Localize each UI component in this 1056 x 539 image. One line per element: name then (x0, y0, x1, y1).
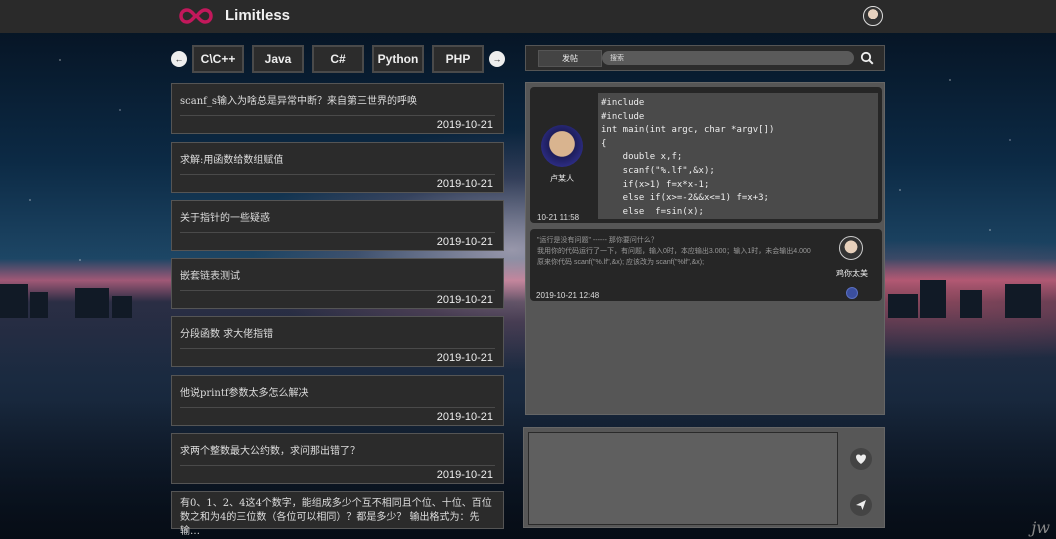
brand-name[interactable]: Limitless (225, 7, 290, 24)
watermark-text: jw (1031, 518, 1050, 537)
original-post: 卢某人 10-21 11:58 #include #include int ma… (530, 87, 882, 223)
reply-composer (523, 427, 885, 528)
divider (180, 348, 495, 349)
user-avatar[interactable] (863, 6, 883, 26)
divider (180, 465, 495, 466)
new-post-button[interactable]: 发帖 (538, 50, 602, 67)
post-date: 2019-10-21 (436, 119, 493, 131)
search-toolbar: 发帖 (525, 45, 885, 71)
post-title: 关于指针的一些疑惑 (180, 213, 270, 224)
post-title: 嵌套链表测试 (180, 271, 240, 282)
reply-time: 2019-10-21 12:48 (536, 291, 600, 300)
post-date: 2019-10-21 (436, 352, 493, 364)
tab-c-cpp[interactable]: C\C++ (192, 45, 244, 73)
post-date: 2019-10-21 (436, 469, 493, 481)
top-bar: Limitless (0, 0, 1056, 33)
divider (180, 290, 495, 291)
post-date: 2019-10-21 (436, 294, 493, 306)
post-title: scanf_s输入为啥总是异常中断？来自第三世界的呼唤 (180, 96, 417, 107)
tab-java[interactable]: Java (252, 45, 304, 73)
tab-csharp[interactable]: C# (312, 45, 364, 73)
like-button[interactable] (850, 448, 872, 470)
reply-author-avatar[interactable] (839, 236, 863, 260)
post-title: 有0、1、2、4这4个数字，能组成多少个互不相同且个位、十位、百位数之和为4的三… (180, 498, 492, 537)
post-date: 2019-10-21 (436, 178, 493, 190)
reply-content: "运行是没有问题" ------ 那你要问什么？ 我用你的代码运行了一下，有问题… (537, 237, 811, 266)
post-item[interactable]: 分段函数 求大佬指错 2019-10-21 (171, 316, 504, 367)
infinity-logo-icon[interactable] (176, 5, 216, 27)
code-block: #include #include int main(int argc, cha… (598, 93, 878, 219)
author-name[interactable]: 卢某人 (540, 173, 584, 184)
post-title: 求两个整数最大公约数，求问那出错了？ (180, 446, 360, 457)
search-input[interactable] (602, 51, 854, 65)
tab-python[interactable]: Python (372, 45, 424, 73)
tab-php[interactable]: PHP (432, 45, 484, 73)
thread-panel: 卢某人 10-21 11:58 #include #include int ma… (525, 82, 885, 415)
send-button[interactable] (850, 494, 872, 516)
post-title: 分段函数 求大佬指错 (180, 329, 274, 340)
divider (180, 232, 495, 233)
post-item[interactable]: 他说printf参数太多怎么解决 2019-10-21 (171, 375, 504, 426)
send-icon (856, 500, 866, 510)
divider (180, 174, 495, 175)
post-time: 10-21 11:58 (537, 213, 580, 222)
post-item[interactable]: scanf_s输入为啥总是异常中断？来自第三世界的呼唤 2019-10-21 (171, 83, 504, 134)
divider (180, 115, 495, 116)
reply-textarea[interactable] (528, 432, 838, 525)
post-item[interactable]: 关于指针的一些疑惑 2019-10-21 (171, 200, 504, 251)
post-title: 求解:用函数给数组赋值 (180, 155, 284, 166)
reply-item: "运行是没有问题" ------ 那你要问什么？ 我用你的代码运行了一下，有问题… (530, 229, 882, 301)
reply-badge-icon[interactable] (846, 287, 858, 299)
post-item[interactable]: 有0、1、2、4这4个数字，能组成多少个互不相同且个位、十位、百位数之和为4的三… (171, 491, 504, 537)
heart-icon (856, 454, 866, 464)
tabs-prev-button[interactable]: ← (171, 51, 187, 67)
reply-author-name[interactable]: 鸡你太美 (830, 268, 874, 279)
post-item[interactable]: 求两个整数最大公约数，求问那出错了？ 2019-10-21 (171, 433, 504, 484)
author-avatar[interactable] (541, 125, 583, 167)
post-date: 2019-10-21 (436, 411, 493, 423)
search-icon[interactable] (860, 51, 874, 65)
post-item[interactable]: 嵌套链表测试 2019-10-21 (171, 258, 504, 309)
post-date: 2019-10-21 (436, 236, 493, 248)
post-title: 他说printf参数太多怎么解决 (180, 388, 309, 399)
post-item[interactable]: 求解:用函数给数组赋值 2019-10-21 (171, 142, 504, 193)
divider (180, 407, 495, 408)
tabs-next-button[interactable]: → (489, 51, 505, 67)
